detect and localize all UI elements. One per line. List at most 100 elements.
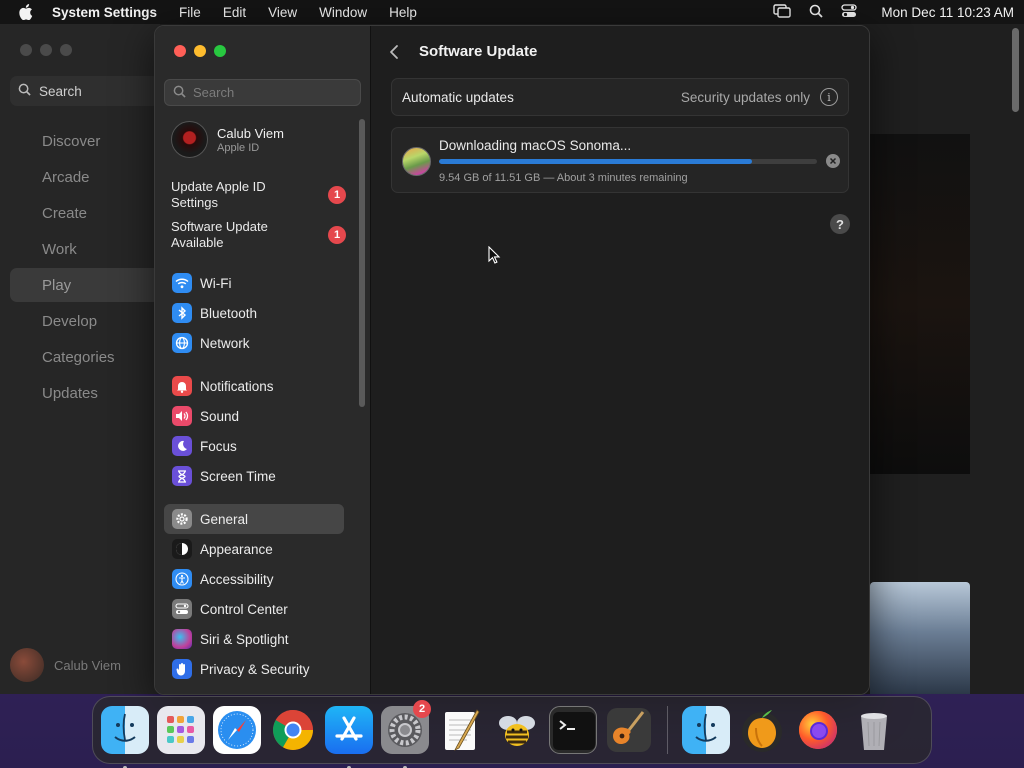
spotlight-search-icon[interactable] bbox=[809, 4, 824, 21]
app-store-nav-play[interactable]: Play bbox=[10, 268, 160, 302]
window-controls bbox=[174, 45, 226, 57]
sidebar-item-bluetooth[interactable]: Bluetooth bbox=[164, 298, 364, 328]
close-button[interactable] bbox=[20, 44, 32, 56]
sidebar-item-notifications[interactable]: Notifications bbox=[164, 371, 364, 401]
sidebar-item-focus[interactable]: Focus bbox=[164, 431, 364, 461]
software-update-alert[interactable]: Software Update Available 1 bbox=[171, 219, 346, 251]
sidebar-item-privacy-security[interactable]: Privacy & Security bbox=[164, 654, 364, 684]
dock-bee-app[interactable] bbox=[493, 706, 541, 754]
menu-clock[interactable]: Mon Dec 11 10:23 AM bbox=[881, 5, 1014, 20]
sidebar-item-general[interactable]: General bbox=[164, 504, 344, 534]
app-store-nav-arcade[interactable]: Arcade bbox=[10, 160, 160, 194]
hourglass-icon bbox=[172, 466, 192, 486]
dock-garageband[interactable] bbox=[605, 706, 653, 754]
menu-view[interactable]: View bbox=[268, 5, 297, 20]
guitar-icon bbox=[607, 708, 651, 752]
help-button[interactable]: ? bbox=[830, 214, 850, 234]
dock-trash[interactable] bbox=[850, 706, 898, 754]
featured-artwork[interactable] bbox=[870, 134, 970, 474]
menu-file[interactable]: File bbox=[179, 5, 201, 20]
info-button[interactable]: i bbox=[820, 88, 838, 106]
download-progress-fill bbox=[439, 159, 753, 164]
menu-window[interactable]: Window bbox=[319, 5, 367, 20]
account-subtitle: Apple ID bbox=[217, 141, 260, 154]
zoom-button[interactable] bbox=[60, 44, 72, 56]
close-button[interactable] bbox=[174, 45, 186, 57]
app-store-nav-updates[interactable]: Updates bbox=[10, 376, 160, 410]
hand-icon bbox=[172, 659, 192, 679]
sidebar-item-siri-spotlight[interactable]: Siri & Spotlight bbox=[164, 624, 364, 654]
app-store-search[interactable]: Search bbox=[10, 76, 160, 106]
cancel-download-button[interactable] bbox=[826, 154, 840, 168]
sidebar-item-accessibility[interactable]: Accessibility bbox=[164, 564, 364, 594]
dock-recent-finder[interactable] bbox=[682, 706, 730, 754]
safari-icon bbox=[218, 711, 256, 749]
sidebar-item-control-center[interactable]: Control Center bbox=[164, 594, 364, 624]
apple-id-account[interactable]: Calub Viem Apple ID bbox=[171, 121, 284, 158]
search-input[interactable] bbox=[193, 85, 353, 100]
finder-icon bbox=[114, 713, 136, 742]
sidebar-item-appearance[interactable]: Appearance bbox=[164, 534, 364, 564]
dock-textedit[interactable] bbox=[437, 706, 485, 754]
sidebar-item-wifi[interactable]: Wi-Fi bbox=[164, 268, 364, 298]
textedit-icon bbox=[445, 709, 480, 751]
app-store-search-label: Search bbox=[39, 83, 82, 99]
wifi-icon bbox=[172, 273, 192, 293]
minimize-button[interactable] bbox=[40, 44, 52, 56]
app-store-account[interactable]: Calub Viem bbox=[10, 648, 121, 682]
app-store-scrollbar[interactable] bbox=[1012, 28, 1019, 112]
app-store-nav-discover[interactable]: Discover bbox=[10, 124, 160, 158]
app-store-account-name: Calub Viem bbox=[54, 657, 121, 673]
sidebar-item-sound[interactable]: Sound bbox=[164, 401, 364, 431]
update-apple-id-alert[interactable]: Update Apple ID Settings 1 bbox=[171, 179, 346, 211]
apple-menu-icon[interactable] bbox=[18, 4, 34, 20]
sidebar-item-label: Network bbox=[200, 335, 250, 351]
finder-icon bbox=[695, 713, 717, 742]
dock-fl-studio[interactable] bbox=[738, 706, 786, 754]
menu-app-name[interactable]: System Settings bbox=[52, 5, 157, 20]
automatic-updates-row: Automatic updates Security updates only … bbox=[391, 78, 849, 116]
account-name: Calub Viem bbox=[217, 125, 284, 141]
app-store-nav-create[interactable]: Create bbox=[10, 196, 160, 230]
chrome-icon bbox=[273, 710, 313, 750]
app-store-nav-develop[interactable]: Develop bbox=[10, 304, 160, 338]
menu-edit[interactable]: Edit bbox=[223, 5, 246, 20]
minimize-button[interactable] bbox=[194, 45, 206, 57]
bluetooth-icon bbox=[172, 303, 192, 323]
app-store-window-controls bbox=[20, 44, 72, 56]
dock-app-store[interactable] bbox=[325, 706, 373, 768]
dock-terminal[interactable] bbox=[549, 706, 597, 754]
download-status: 9.54 GB of 11.51 GB — About 3 minutes re… bbox=[439, 172, 688, 184]
dock-firefox[interactable] bbox=[794, 706, 842, 754]
alert-label: Update Apple ID Settings bbox=[171, 179, 266, 210]
control-center-icon[interactable] bbox=[841, 3, 858, 21]
sidebar-group-notifications: Notifications Sound Focus Screen Time bbox=[164, 371, 364, 491]
search-icon bbox=[173, 85, 186, 101]
dock-safari[interactable] bbox=[213, 706, 261, 754]
notification-badge: 2 bbox=[413, 700, 431, 718]
sidebar-item-label: General bbox=[200, 511, 249, 527]
automatic-updates-value: Security updates only bbox=[680, 89, 810, 105]
back-button[interactable] bbox=[389, 42, 405, 62]
sidebar-item-screen-time[interactable]: Screen Time bbox=[164, 461, 364, 491]
zoom-button[interactable] bbox=[214, 45, 226, 57]
gear-icon bbox=[172, 509, 192, 529]
screen-mirroring-icon[interactable] bbox=[773, 3, 792, 21]
menu-help[interactable]: Help bbox=[389, 5, 417, 20]
page-title: Software Update bbox=[419, 43, 538, 60]
search-icon bbox=[18, 83, 31, 99]
app-store-nav-work[interactable]: Work bbox=[10, 232, 160, 266]
app-store-nav-categories[interactable]: Categories bbox=[10, 340, 160, 374]
settings-search-field[interactable] bbox=[164, 79, 361, 106]
dock-launchpad[interactable] bbox=[157, 706, 205, 754]
dock-chrome[interactable] bbox=[269, 706, 317, 754]
moon-icon bbox=[172, 436, 192, 456]
game-artwork[interactable] bbox=[870, 582, 970, 694]
dock-finder[interactable] bbox=[101, 706, 149, 768]
dock-system-settings[interactable]: 2 bbox=[381, 700, 431, 768]
sidebar-scrollbar[interactable] bbox=[359, 119, 365, 407]
sidebar-item-network[interactable]: Network bbox=[164, 328, 364, 358]
siri-icon bbox=[172, 629, 192, 649]
sidebar-group-general: General Appearance Accessibility Control… bbox=[164, 504, 364, 684]
fl-studio-icon bbox=[742, 710, 782, 752]
